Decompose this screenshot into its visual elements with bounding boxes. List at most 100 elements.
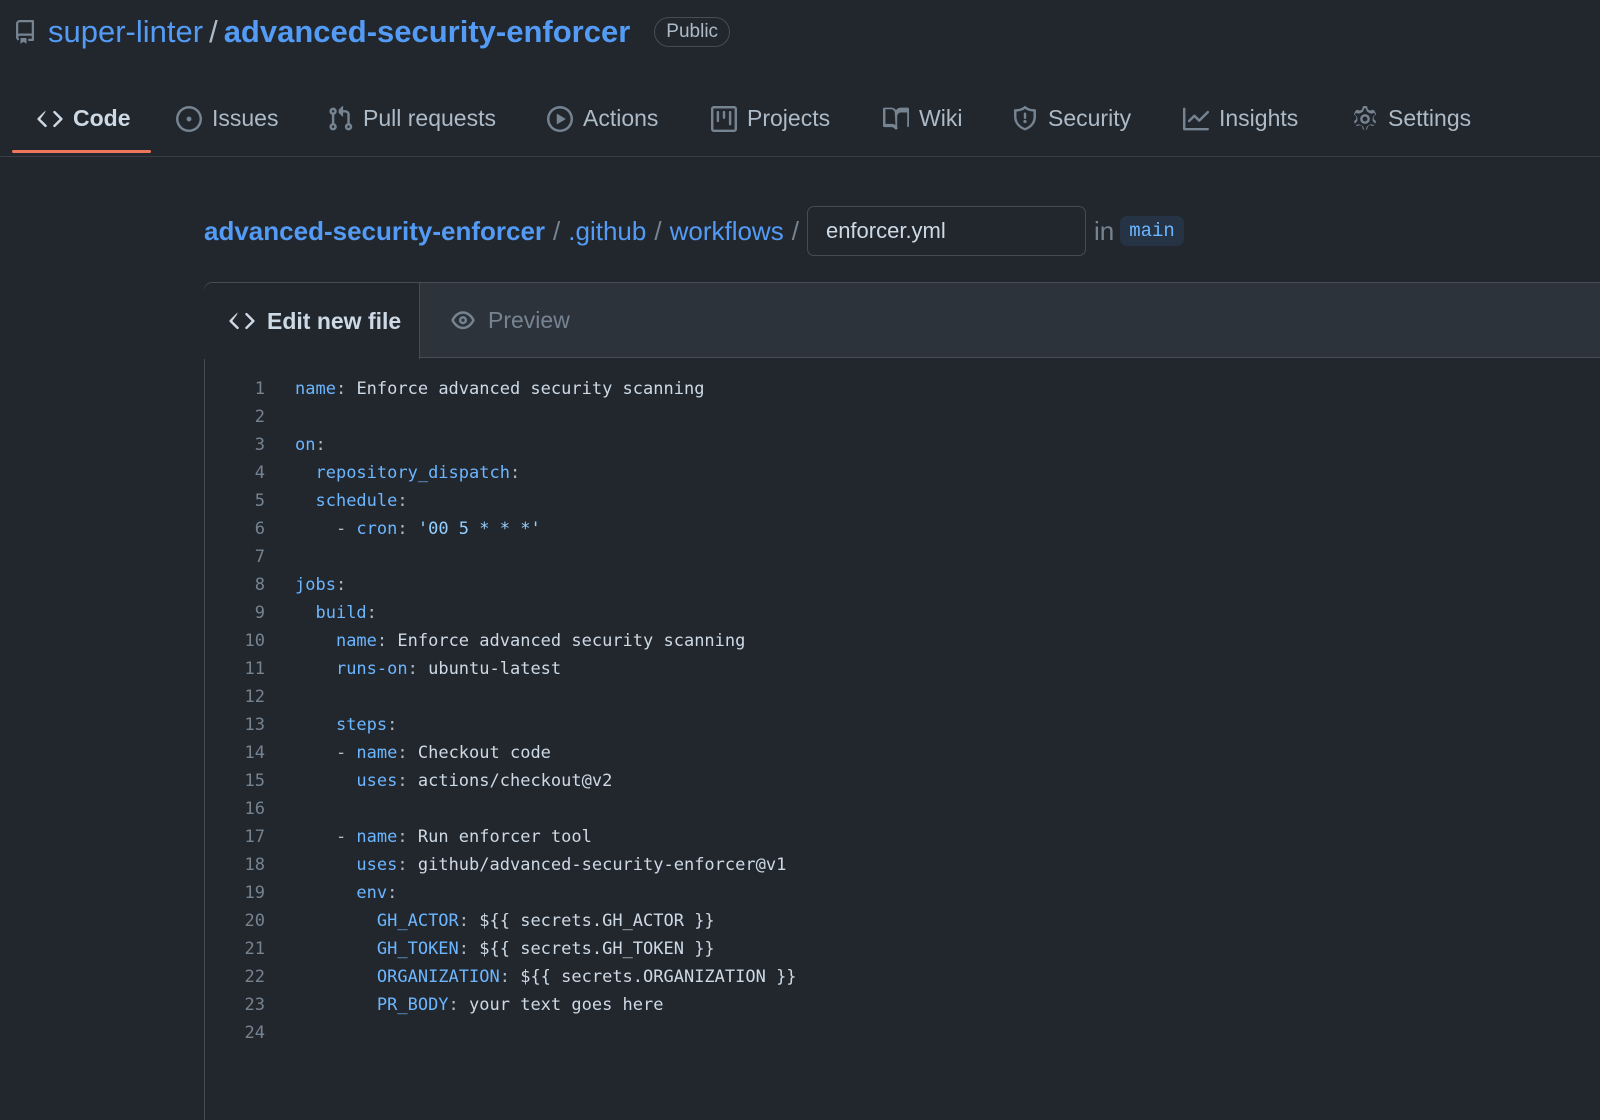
code-line[interactable]: 15 uses: actions/checkout@v2 bbox=[205, 767, 1600, 795]
line-number: 16 bbox=[244, 799, 265, 819]
repo-name-link[interactable]: advanced-security-enforcer bbox=[224, 14, 631, 50]
gear-icon bbox=[1354, 105, 1376, 130]
repo-title: super-linter / advanced-security-enforce… bbox=[48, 14, 630, 50]
code-line[interactable]: 11 runs-on: ubuntu-latest bbox=[205, 655, 1600, 683]
code-token: : bbox=[387, 715, 398, 735]
tab-preview-label: Preview bbox=[488, 307, 570, 333]
tab-issues[interactable]: Issues bbox=[176, 80, 278, 157]
breadcrumb-repo-link[interactable]: advanced-security-enforcer bbox=[204, 216, 545, 247]
tab-edit-label: Edit new file bbox=[267, 307, 402, 334]
line-code: - name: Checkout code bbox=[265, 743, 551, 763]
line-number: 7 bbox=[254, 547, 265, 567]
code-line[interactable]: 8 jobs: bbox=[205, 571, 1600, 599]
line-number: 9 bbox=[254, 603, 265, 623]
code-line[interactable]: 2 bbox=[205, 403, 1600, 431]
tab-edit-new-file[interactable]: Edit new file bbox=[204, 283, 420, 359]
tab-preview[interactable]: Preview bbox=[450, 283, 570, 358]
code-line[interactable]: 17 - name: Run enforcer tool bbox=[205, 823, 1600, 851]
repo-icon bbox=[12, 19, 38, 45]
line-number: 5 bbox=[254, 491, 265, 511]
line-number: 17 bbox=[244, 827, 265, 847]
code-token: : bbox=[335, 575, 347, 595]
tab-settings[interactable]: Settings bbox=[1352, 80, 1471, 157]
code-line[interactable]: 13 steps: bbox=[205, 711, 1600, 739]
code-line[interactable]: 1 name: Enforce advanced security scannin… bbox=[205, 375, 1600, 403]
code-token: : bbox=[448, 995, 470, 1015]
tab-projects-label: Projects bbox=[747, 105, 831, 131]
tab-pull-requests[interactable]: Pull requests bbox=[327, 80, 496, 157]
filename-input[interactable] bbox=[806, 206, 1086, 256]
code-token: name bbox=[356, 743, 398, 763]
line-number: 3 bbox=[254, 435, 265, 455]
code-token: : bbox=[458, 939, 480, 959]
code-line[interactable]: 23 PR_BODY: your text goes here bbox=[205, 991, 1600, 1019]
code-token: name bbox=[295, 379, 336, 399]
code-token: runs-on bbox=[335, 659, 408, 679]
line-code: repository_dispatch: bbox=[265, 463, 520, 483]
code-line[interactable]: 14 - name: Checkout code bbox=[205, 739, 1600, 767]
code-line[interactable]: 6 - cron: '00 5 * * *' bbox=[205, 515, 1600, 543]
code-line[interactable]: 4 repository_dispatch: bbox=[205, 459, 1600, 487]
code-line[interactable]: 19 env: bbox=[205, 879, 1600, 907]
tab-insights[interactable]: Insights bbox=[1183, 80, 1298, 157]
breadcrumb-workflows-link[interactable]: workflows bbox=[670, 216, 784, 247]
line-number: 12 bbox=[244, 687, 265, 707]
tab-wiki[interactable]: Wiki bbox=[883, 80, 962, 157]
line-number: 15 bbox=[244, 771, 265, 791]
line-number: 2 bbox=[254, 407, 265, 427]
line-code: ORGANIZATION: ${{ secrets.ORGANIZATION }… bbox=[265, 967, 797, 987]
tab-security[interactable]: Security bbox=[1012, 80, 1131, 157]
repo-separator: / bbox=[209, 14, 218, 49]
code-token: on bbox=[295, 435, 316, 455]
branch-badge[interactable]: main bbox=[1120, 216, 1184, 246]
code-line[interactable]: 3 on: bbox=[205, 431, 1600, 459]
code-line[interactable]: 7 bbox=[205, 543, 1600, 571]
file-editor: Edit new file Preview 1 name: Enforce adv… bbox=[204, 282, 1600, 1120]
tab-security-label: Security bbox=[1048, 105, 1132, 131]
line-code: GH_TOKEN: ${{ secrets.GH_TOKEN }} bbox=[265, 939, 715, 959]
code-token: build bbox=[315, 603, 367, 623]
code-line[interactable]: 21 GH_TOKEN: ${{ secrets.GH_TOKEN }} bbox=[205, 935, 1600, 963]
code-token: : bbox=[499, 967, 521, 987]
book-icon bbox=[883, 107, 909, 130]
code-token: jobs bbox=[295, 575, 336, 595]
code-token: PR_BODY bbox=[376, 995, 449, 1015]
code-line[interactable]: 5 schedule: bbox=[205, 487, 1600, 515]
line-code: on: bbox=[265, 435, 326, 455]
tab-actions-label: Actions bbox=[583, 105, 659, 131]
issue-icon bbox=[176, 105, 202, 132]
code-editor[interactable]: 1 name: Enforce advanced security scannin… bbox=[205, 375, 1600, 1047]
code-token: actions/checkout@v2 bbox=[417, 771, 613, 791]
line-code: schedule: bbox=[265, 491, 407, 511]
code-token: : bbox=[387, 883, 398, 903]
code-line[interactable]: 10 name: Enforce advanced security scann… bbox=[205, 627, 1600, 655]
code-icon bbox=[37, 110, 63, 127]
code-token: GH_TOKEN bbox=[376, 939, 459, 959]
line-number: 23 bbox=[244, 995, 265, 1015]
code-line[interactable]: 9 build: bbox=[205, 599, 1600, 627]
line-code: name: Enforce advanced security scanning bbox=[265, 379, 704, 399]
breadcrumb-github-link[interactable]: .github bbox=[568, 216, 646, 247]
code-token: : bbox=[397, 855, 418, 875]
code-token: : bbox=[509, 463, 521, 483]
code-line[interactable]: 24 bbox=[205, 1019, 1600, 1047]
line-number: 10 bbox=[244, 631, 265, 651]
tab-projects[interactable]: Projects bbox=[711, 80, 830, 157]
code-line[interactable]: 16 bbox=[205, 795, 1600, 823]
tab-actions[interactable]: Actions bbox=[547, 80, 658, 157]
code-line[interactable]: 20 GH_ACTOR: ${{ secrets.GH_ACTOR }} bbox=[205, 907, 1600, 935]
tab-pull-requests-label: Pull requests bbox=[363, 105, 496, 131]
code-token: Checkout code bbox=[417, 743, 551, 763]
code-token: uses bbox=[356, 855, 398, 875]
line-code: GH_ACTOR: ${{ secrets.GH_ACTOR }} bbox=[265, 911, 715, 931]
code-line[interactable]: 12 bbox=[205, 683, 1600, 711]
repo-header: super-linter / advanced-security-enforce… bbox=[12, 10, 731, 54]
code-token: name bbox=[335, 631, 377, 651]
repo-owner-link[interactable]: super-linter bbox=[48, 14, 203, 50]
code-line[interactable]: 18 uses: github/advanced-security-enforc… bbox=[205, 851, 1600, 879]
tab-code[interactable]: Code bbox=[37, 80, 131, 157]
line-code: uses: github/advanced-security-enforcer@… bbox=[265, 855, 786, 875]
code-line[interactable]: 22 ORGANIZATION: ${{ secrets.ORGANIZATIO… bbox=[205, 963, 1600, 991]
